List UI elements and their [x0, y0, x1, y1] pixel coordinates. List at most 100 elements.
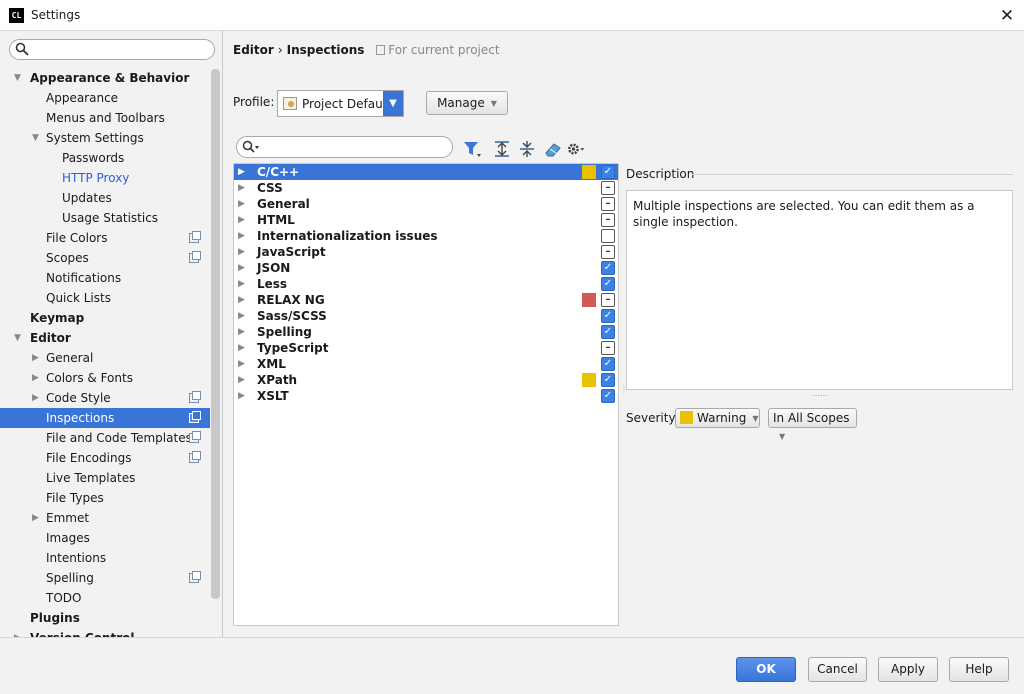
collapse-all-icon[interactable] — [517, 139, 537, 159]
sidebar-item-scopes[interactable]: Scopes — [0, 248, 210, 268]
collapsed-arrow-icon[interactable]: ▶ — [238, 372, 245, 388]
sidebar-item-live-templates[interactable]: Live Templates — [0, 468, 210, 488]
inspection-checkbox[interactable]: – — [601, 181, 615, 195]
reset-eraser-icon[interactable] — [543, 139, 563, 159]
collapsed-arrow-icon[interactable]: ▶ — [238, 164, 245, 180]
sidebar-item-quick-lists[interactable]: Quick Lists — [0, 288, 210, 308]
inspection-filter-input[interactable] — [236, 136, 453, 158]
sidebar-item-menus-and-toolbars[interactable]: Menus and Toolbars — [0, 108, 210, 128]
collapsed-arrow-icon[interactable]: ▶ — [238, 308, 245, 324]
sidebar-item-file-types[interactable]: File Types — [0, 488, 210, 508]
inspection-row-xpath[interactable]: ▶ XPath ✓ — [234, 372, 618, 388]
sidebar-item-colors-fonts[interactable]: ▶ Colors & Fonts — [0, 368, 210, 388]
collapsed-arrow-icon[interactable]: ▶ — [32, 388, 39, 408]
inspection-row-xml[interactable]: ▶ XML ✓ — [234, 356, 618, 372]
sidebar-item-emmet[interactable]: ▶ Emmet — [0, 508, 210, 528]
sidebar-item-editor[interactable]: ▼ Editor — [0, 328, 210, 348]
sidebar-item-images[interactable]: Images — [0, 528, 210, 548]
inspection-checkbox[interactable]: ✓ — [601, 165, 615, 179]
collapsed-arrow-icon[interactable]: ▶ — [32, 348, 39, 368]
sidebar-item-system-settings[interactable]: ▼ System Settings — [0, 128, 210, 148]
sidebar-item-file-and-code-templates[interactable]: File and Code Templates — [0, 428, 210, 448]
collapsed-arrow-icon[interactable]: ▶ — [238, 244, 245, 260]
sidebar-item-passwords[interactable]: Passwords — [0, 148, 210, 168]
collapsed-arrow-icon[interactable]: ▶ — [238, 228, 245, 244]
apply-button[interactable]: Apply — [878, 657, 938, 682]
inspection-row-xslt[interactable]: ▶ XSLT ✓ — [234, 388, 618, 404]
inspection-row-sass-scss[interactable]: ▶ Sass/SCSS ✓ — [234, 308, 618, 324]
collapsed-arrow-icon[interactable]: ▶ — [32, 508, 39, 528]
collapsed-arrow-icon[interactable]: ▶ — [14, 628, 21, 637]
inspection-row-typescript[interactable]: ▶ TypeScript – — [234, 340, 618, 356]
sidebar-item-version-control[interactable]: ▶Version Control — [0, 628, 210, 637]
inspection-row-c-c[interactable]: ▶ C/C++ ✓ — [234, 164, 618, 180]
inspection-checkbox[interactable]: ✓ — [601, 325, 615, 339]
collapsed-arrow-icon[interactable]: ▶ — [238, 340, 245, 356]
resize-grip-icon[interactable]: ⋯⋯ — [812, 391, 828, 400]
collapsed-arrow-icon[interactable]: ▶ — [238, 276, 245, 292]
sidebar-item-keymap[interactable]: Keymap — [0, 308, 210, 328]
expanded-arrow-icon[interactable]: ▼ — [32, 128, 39, 148]
collapsed-arrow-icon[interactable]: ▶ — [238, 292, 245, 308]
sidebar-item-code-style[interactable]: ▶ Code Style — [0, 388, 210, 408]
sidebar-item-file-colors[interactable]: File Colors — [0, 228, 210, 248]
sidebar-item-general[interactable]: ▶ General — [0, 348, 210, 368]
breadcrumb-section[interactable]: Editor — [233, 43, 274, 57]
collapsed-arrow-icon[interactable]: ▶ — [32, 368, 39, 388]
sidebar-item-http-proxy[interactable]: HTTP Proxy — [0, 168, 210, 188]
inspection-checkbox[interactable] — [601, 229, 615, 243]
collapsed-arrow-icon[interactable]: ▶ — [238, 356, 245, 372]
sidebar-item-intentions[interactable]: Intentions — [0, 548, 210, 568]
filter-icon[interactable] — [462, 139, 482, 159]
severity-select[interactable]: Warning ▼ — [675, 408, 760, 428]
collapsed-arrow-icon[interactable]: ▶ — [238, 260, 245, 276]
splitter-handle[interactable]: ⋮ — [620, 385, 628, 401]
sidebar-item-todo[interactable]: TODO — [0, 588, 210, 608]
chevron-down-icon[interactable]: ▼ — [383, 91, 403, 116]
manage-button[interactable]: Manage ▼ — [426, 91, 508, 115]
expanded-arrow-icon[interactable]: ▼ — [14, 328, 21, 348]
help-button[interactable]: Help — [949, 657, 1009, 682]
scope-select[interactable]: In All Scopes ▼ — [768, 408, 857, 441]
sidebar-scrollbar[interactable] — [211, 69, 220, 599]
inspection-row-html[interactable]: ▶ HTML – — [234, 212, 618, 228]
inspection-row-spelling[interactable]: ▶ Spelling ✓ — [234, 324, 618, 340]
profile-select[interactable]: Project Default ▼ — [277, 90, 404, 117]
settings-search-input[interactable] — [9, 39, 215, 60]
inspection-row-json[interactable]: ▶ JSON ✓ — [234, 260, 618, 276]
inspection-checkbox[interactable]: ✓ — [601, 373, 615, 387]
inspection-row-javascript[interactable]: ▶ JavaScript – — [234, 244, 618, 260]
close-icon[interactable]: ✕ — [996, 5, 1018, 27]
sidebar-item-plugins[interactable]: Plugins — [0, 608, 210, 628]
expand-all-icon[interactable] — [492, 139, 512, 159]
collapsed-arrow-icon[interactable]: ▶ — [238, 212, 245, 228]
sidebar-item-updates[interactable]: Updates — [0, 188, 210, 208]
expanded-arrow-icon[interactable]: ▼ — [14, 68, 21, 88]
inspection-row-general[interactable]: ▶ General – — [234, 196, 618, 212]
sidebar-item-spelling[interactable]: Spelling — [0, 568, 210, 588]
inspection-row-less[interactable]: ▶ Less ✓ — [234, 276, 618, 292]
sidebar-item-appearance[interactable]: Appearance — [0, 88, 210, 108]
sidebar-item-appearance-behavior[interactable]: ▼ Appearance & Behavior — [0, 68, 210, 88]
inspection-checkbox[interactable]: – — [601, 197, 615, 211]
inspection-checkbox[interactable]: ✓ — [601, 389, 615, 403]
sidebar-item-file-encodings[interactable]: File Encodings — [0, 448, 210, 468]
collapsed-arrow-icon[interactable]: ▶ — [238, 388, 245, 404]
inspection-row-internationalization-issues[interactable]: ▶ Internationalization issues — [234, 228, 618, 244]
collapsed-arrow-icon[interactable]: ▶ — [238, 196, 245, 212]
ok-button[interactable]: OK — [736, 657, 796, 682]
collapsed-arrow-icon[interactable]: ▶ — [238, 324, 245, 340]
inspection-checkbox[interactable]: ✓ — [601, 357, 615, 371]
inspection-row-relax-ng[interactable]: ▶ RELAX NG – — [234, 292, 618, 308]
inspection-checkbox[interactable]: – — [601, 293, 615, 307]
inspection-checkbox[interactable]: ✓ — [601, 261, 615, 275]
gear-icon[interactable] — [566, 139, 586, 159]
sidebar-item-inspections[interactable]: Inspections — [0, 408, 210, 428]
inspection-row-css[interactable]: ▶ CSS – — [234, 180, 618, 196]
cancel-button[interactable]: Cancel — [808, 657, 867, 682]
sidebar-item-usage-statistics[interactable]: Usage Statistics — [0, 208, 210, 228]
inspection-checkbox[interactable]: – — [601, 213, 615, 227]
inspection-checkbox[interactable]: ✓ — [601, 309, 615, 323]
inspection-checkbox[interactable]: – — [601, 245, 615, 259]
collapsed-arrow-icon[interactable]: ▶ — [238, 180, 245, 196]
